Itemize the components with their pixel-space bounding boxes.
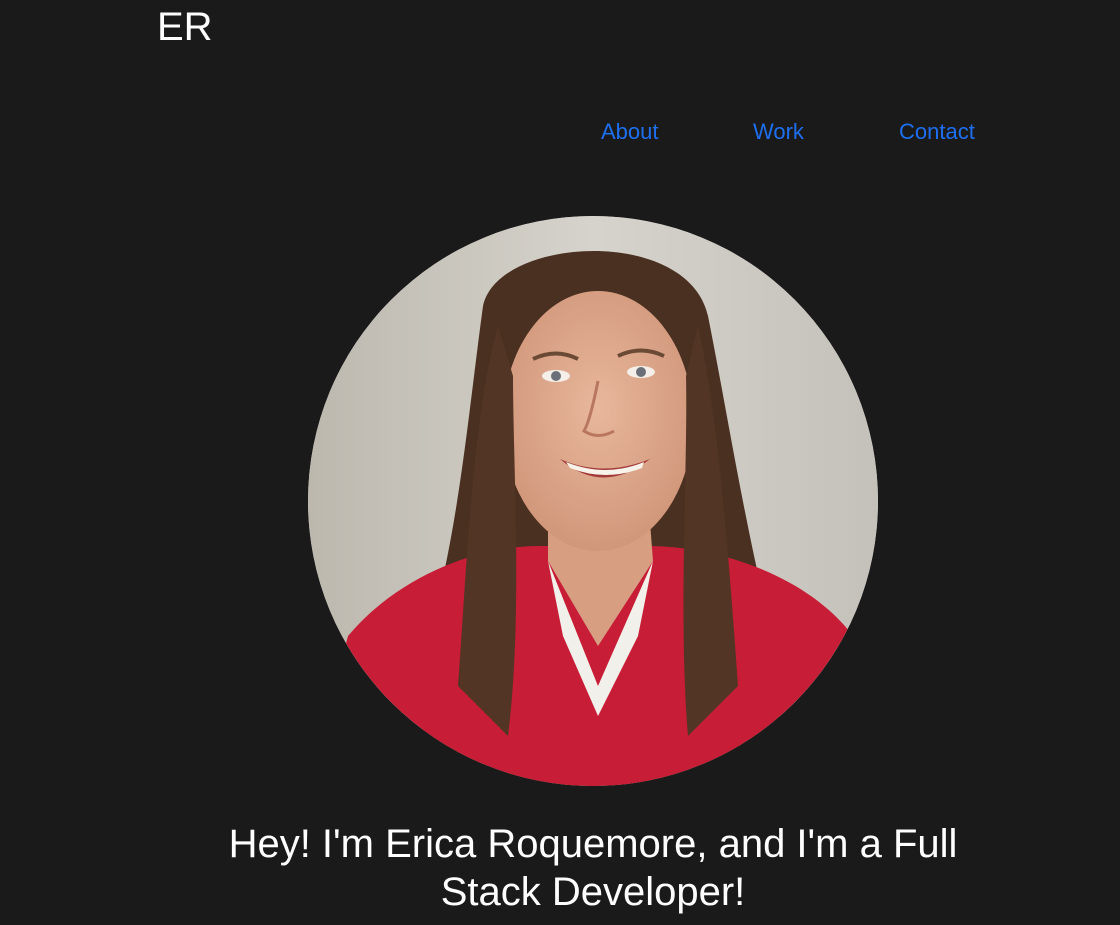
nav-link-about[interactable]: About xyxy=(601,118,659,146)
hero-headline-line-2: Stack Developer! xyxy=(440,870,746,914)
page: ER About Work Contact Hey! I'm Erica Roq… xyxy=(0,0,1120,925)
nav-link-contact[interactable]: Contact xyxy=(899,118,975,146)
hero-headline: Hey! I'm Erica Roquemore, and I'm a Full… xyxy=(150,820,1036,916)
nav-link-work[interactable]: Work xyxy=(753,118,804,146)
site-logo[interactable]: ER xyxy=(157,4,213,50)
main-nav: About Work Contact xyxy=(0,118,1120,148)
profile-photo xyxy=(308,216,878,786)
hero-headline-line-1: Hey! I'm Erica Roquemore, and I'm a Full xyxy=(228,822,958,866)
